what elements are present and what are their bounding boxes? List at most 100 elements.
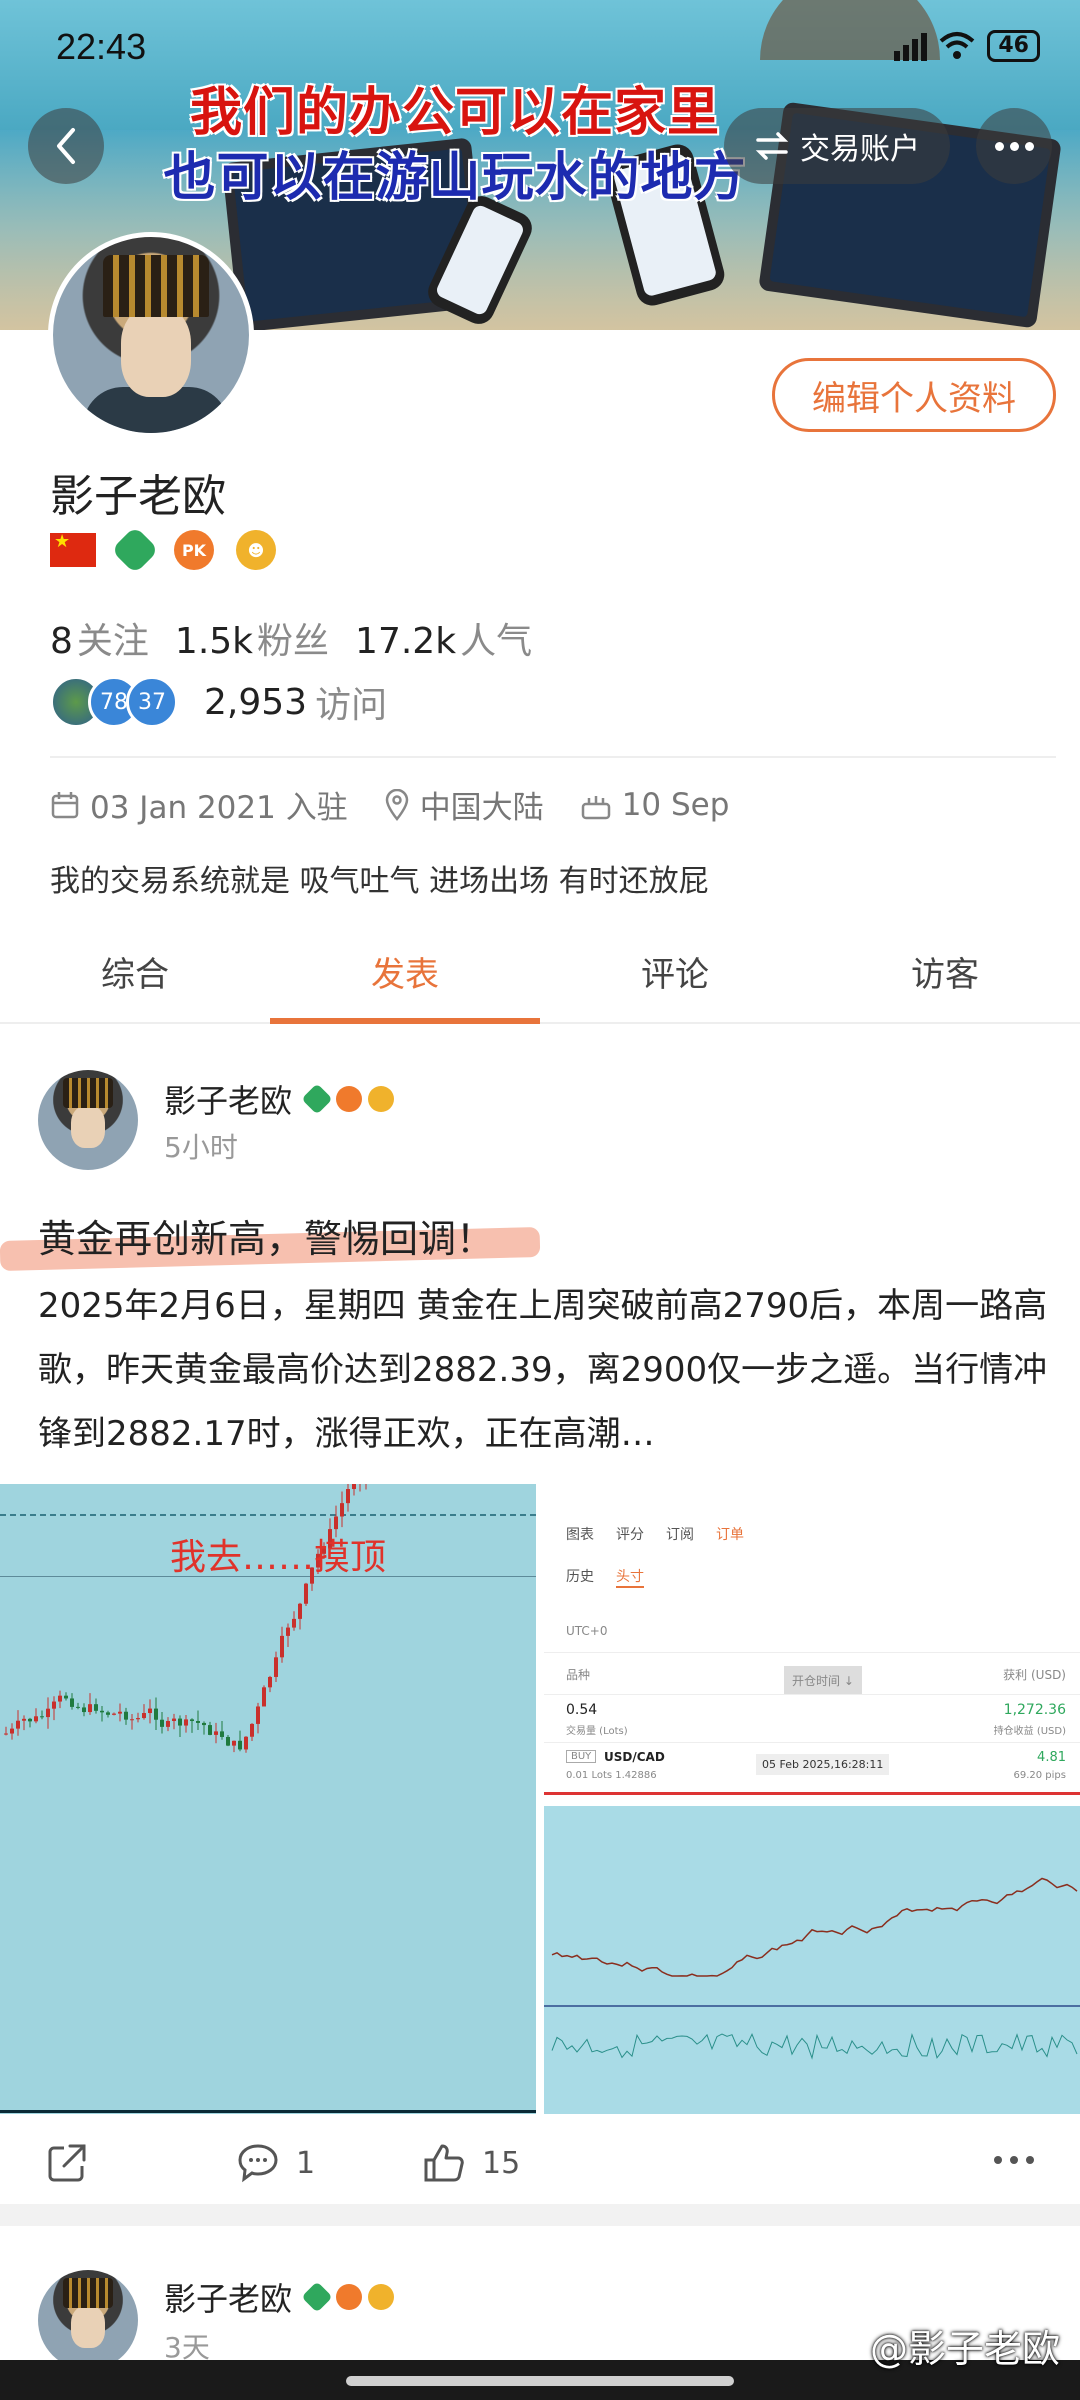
status-time: 22:43 xyxy=(56,26,147,67)
battery-icon: 46 xyxy=(987,30,1040,62)
profile-avatar[interactable] xyxy=(48,232,254,438)
candle-body xyxy=(202,1722,206,1726)
candle-body xyxy=(268,1676,272,1688)
orders-subtab: 历史 xyxy=(566,1569,594,1585)
candle-body xyxy=(250,1723,254,1737)
candle-body xyxy=(46,1708,50,1718)
orders-profit-total: 1,272.36 xyxy=(1003,1702,1066,1718)
candle-body xyxy=(52,1701,56,1709)
comment-icon xyxy=(238,2144,278,2183)
trading-account-label: 交易账户 xyxy=(800,132,920,167)
candle-body xyxy=(244,1736,248,1750)
banner-title-line2: 也可以在游山玩水的地方 xyxy=(163,147,747,208)
post-image-orders[interactable]: 图表 评分 订阅 订单 历史 头寸 UTC+0 品种 开仓时间 ↓ 获利 (US… xyxy=(544,1484,1080,2114)
comment-button[interactable]: 1 xyxy=(236,2142,315,2184)
candle-body xyxy=(70,1698,74,1707)
profile-stats: 8 关注 1.5k 粉丝 17.2k 人气 xyxy=(50,612,532,664)
comment-count: 1 xyxy=(296,2145,316,2181)
post-card[interactable]: 影子老欧 5小时 黄金再创新高，警惕回调！ 2025年2月6日，星期四 黄金在上… xyxy=(0,1026,1080,2204)
candle-body xyxy=(124,1711,128,1720)
tab-comments[interactable]: 评论 xyxy=(540,930,810,1022)
stat-followers[interactable]: 1.5k 粉丝 xyxy=(175,612,329,664)
birthday-cake-icon xyxy=(581,795,610,819)
orders-tab-active: 订单 xyxy=(716,1527,744,1543)
location: 中国大陆 xyxy=(419,790,544,826)
orders-tab: 评分 xyxy=(616,1527,644,1543)
candle-body xyxy=(196,1721,200,1723)
signal-icon xyxy=(894,31,928,61)
more-dot-icon xyxy=(1026,2156,1034,2164)
home-indicator[interactable] xyxy=(346,2376,734,2386)
pk-badge-icon[interactable]: PK xyxy=(174,530,214,570)
more-menu-button[interactable] xyxy=(976,108,1052,184)
stat-following[interactable]: 8 关注 xyxy=(50,612,149,664)
candle-body xyxy=(346,1489,350,1504)
china-flag-icon xyxy=(50,531,96,567)
post-title[interactable]: 黄金再创新高，警惕回调！ xyxy=(38,1208,494,1263)
candle-body xyxy=(130,1719,134,1721)
orders-tabs: 图表 评分 订阅 订单 xyxy=(566,1524,744,1544)
status-icons: 46 xyxy=(894,30,1040,62)
orders-col-symbol: 品种 xyxy=(566,1668,591,1682)
gold-member-badge-icon xyxy=(368,1086,395,1112)
candle-body xyxy=(16,1720,20,1729)
candle-body xyxy=(220,1731,224,1737)
status-bar: 22:43 46 xyxy=(0,0,1080,90)
post-author[interactable]: 影子老欧 xyxy=(164,2274,395,2320)
chevron-left-icon xyxy=(57,128,75,164)
candle-body xyxy=(208,1725,212,1735)
author-badges xyxy=(301,1083,395,1115)
post-more-button[interactable] xyxy=(994,2156,1034,2164)
back-button[interactable] xyxy=(28,108,104,184)
location-pin-icon xyxy=(385,788,408,821)
price-line-series xyxy=(544,1877,1080,2060)
candle-body xyxy=(166,1721,170,1727)
candle-body xyxy=(340,1503,344,1517)
orders-col-profit: 获利 (USD) xyxy=(1003,1668,1066,1682)
candle-body xyxy=(4,1733,8,1735)
post-body[interactable]: 2025年2月6日，星期四 黄金在上周突破前高2790后，本周一路高歌，昨天黄金… xyxy=(38,1274,1048,1466)
orders-side: BUY xyxy=(566,1750,597,1763)
profile-badges: PK ☻ xyxy=(50,525,276,575)
candle-body xyxy=(178,1718,182,1726)
orders-subtab-active: 头寸 xyxy=(616,1566,644,1588)
candle-body xyxy=(10,1728,14,1734)
verified-badge-icon xyxy=(301,1083,333,1115)
candle-body xyxy=(40,1716,44,1718)
candle-body xyxy=(232,1740,236,1746)
visitors-row[interactable]: 78 37 2,953 访问 xyxy=(50,676,387,728)
gold-member-badge-icon[interactable]: ☻ xyxy=(236,530,276,570)
tab-visitors[interactable]: 访客 xyxy=(810,930,1080,1022)
post-author[interactable]: 影子老欧 xyxy=(164,1076,395,1122)
gold-member-badge-icon xyxy=(368,2284,395,2310)
candle-body xyxy=(274,1657,278,1677)
candle-body xyxy=(142,1713,146,1719)
edit-profile-button[interactable]: 编辑个人资料 xyxy=(772,358,1056,432)
candle-body xyxy=(112,1713,116,1715)
trading-account-button[interactable]: 交易账户 xyxy=(724,108,950,184)
post-author-name: 影子老欧 xyxy=(164,1082,293,1120)
verified-badge-icon[interactable] xyxy=(110,525,160,575)
share-icon xyxy=(48,2144,86,2182)
post-author-avatar[interactable] xyxy=(38,2270,138,2370)
candle-body xyxy=(286,1627,290,1636)
post-actions: 1 15 xyxy=(0,2132,1080,2204)
post-author-avatar[interactable] xyxy=(38,1070,138,1170)
visits-label: 访问 xyxy=(315,685,388,726)
pk-badge-icon xyxy=(336,1086,363,1112)
candle-body xyxy=(184,1719,188,1726)
candle-body xyxy=(82,1707,86,1713)
tab-overview[interactable]: 综合 xyxy=(0,930,270,1022)
pk-badge-icon xyxy=(336,2284,363,2310)
post-image-chart[interactable]: 我去……摸顶 xyxy=(0,1484,536,2114)
candle-body xyxy=(94,1704,98,1711)
orders-tab: 订阅 xyxy=(666,1527,694,1543)
visits-count: 2,953 xyxy=(204,681,308,723)
like-button[interactable]: 15 xyxy=(422,2142,520,2184)
tab-posts[interactable]: 发表 xyxy=(270,930,540,1024)
candle-body xyxy=(214,1731,218,1735)
orders-lots-label: 交易量 (Lots) xyxy=(566,1726,628,1737)
orders-timezone: UTC+0 xyxy=(566,1624,608,1638)
candle-body xyxy=(118,1711,122,1714)
share-button[interactable] xyxy=(46,2142,88,2184)
